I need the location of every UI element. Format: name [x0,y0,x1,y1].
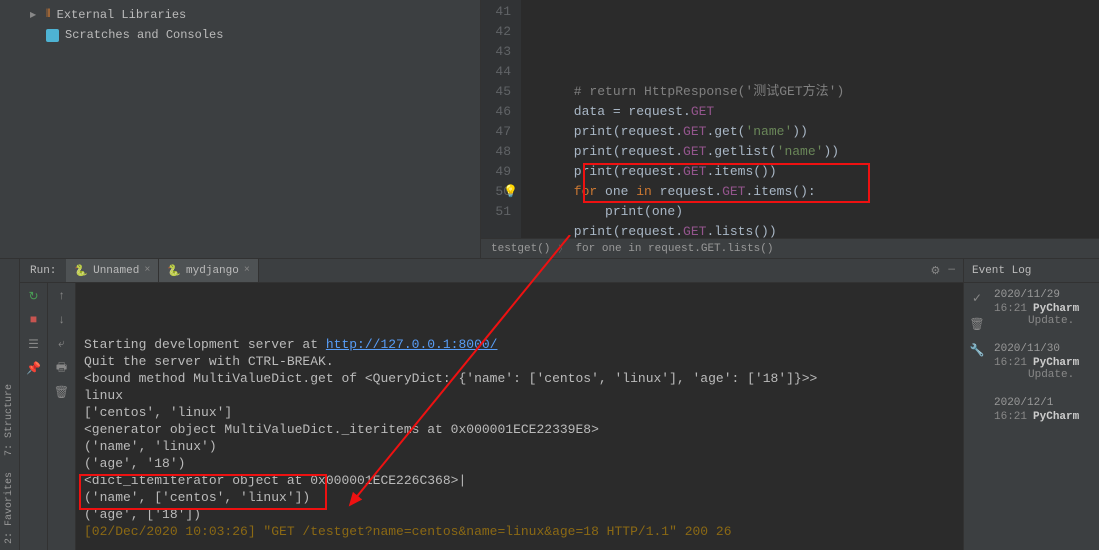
tree-item-label: External Libraries [57,8,187,22]
side-tab-label: 2: Favorites [4,472,15,544]
run-tab-mydjango[interactable]: 🐍 mydjango × [159,259,259,282]
stop-button[interactable]: ■ [25,311,43,329]
clear-button[interactable]: 🗑 [53,383,71,401]
event-title: PyCharm [1033,303,1079,315]
event-log-list: 2020/11/2916:21PyCharmUpdate.2020/11/301… [990,283,1099,550]
tree-item-scratches[interactable]: Scratches and Consoles [10,25,470,45]
event-time: 16:21 [994,357,1027,369]
run-toolbar-primary: ↻ ■ ☰ 📌 [20,283,48,550]
run-tab-unnamed[interactable]: 🐍 Unnamed × [66,259,159,282]
tree-item-label: Scratches and Consoles [65,28,223,42]
minimize-icon[interactable]: — [948,264,955,278]
scratches-icon [46,29,59,42]
console-output[interactable]: Starting development server at http://12… [76,283,963,550]
event-date: 2020/11/29 [994,289,1095,301]
library-icon: ⫴ [46,9,51,21]
project-tree-panel: ▶ ⫴ External Libraries Scratches and Con… [0,0,481,258]
gear-icon[interactable]: ⚙ [931,264,941,278]
pin-button[interactable]: 📌 [25,359,43,377]
chevron-right-icon: 〉 [558,242,567,255]
event-log-toolbar: ✓ 🗑 🔧 [964,283,990,550]
layout-button[interactable]: ☰ [25,335,43,353]
intention-bulb-icon[interactable]: 💡 [503,182,518,202]
run-tab-label: mydjango [186,265,239,277]
event-sub: Update. [994,369,1095,381]
chevron-right-icon: ▶ [30,10,40,20]
editor-gutter: 4142434445464748495051 [481,0,521,238]
code-scroll: 4142434445464748495051 💡 # return HttpRe… [481,0,1099,238]
python-icon: 🐍 [74,264,88,278]
event-time: 16:21 [994,303,1027,315]
top-area: ▶ ⫴ External Libraries Scratches and Con… [0,0,1099,258]
run-body: ↻ ■ ☰ 📌 ↑ ↓ ⤶ 🖶 🗑 Starting development s… [20,283,963,550]
print-button[interactable]: 🖶 [53,359,71,377]
event-log-item[interactable]: 2020/12/1 16:21 PyCharm [990,391,1099,433]
close-icon[interactable]: × [244,265,250,276]
code-editor[interactable]: 💡 # return HttpResponse('测试GET方法') data … [521,0,1099,238]
event-time: 16:21 [994,411,1027,423]
run-tab-label: Unnamed [93,265,139,277]
event-log-header: Event Log [964,259,1099,283]
wrap-button[interactable]: ⤶ [53,335,71,353]
close-icon[interactable]: × [144,265,150,276]
down-button[interactable]: ↓ [53,311,71,329]
event-log-title: Event Log [972,265,1031,277]
bottom-area: 7: Structure 2: Favorites Run: 🐍 Unnamed… [0,258,1099,550]
side-tab-favorites[interactable]: 2: Favorites [0,466,19,550]
side-tab-structure[interactable]: 7: Structure [0,378,19,462]
breadcrumb-item[interactable]: testget() [491,243,550,255]
event-title: PyCharm [1033,411,1079,423]
editor-area: 4142434445464748495051 💡 # return HttpRe… [481,0,1099,258]
settings-icon[interactable]: 🔧 [968,341,986,359]
python-icon: 🐍 [167,264,181,278]
event-log-item[interactable]: 2020/11/29 16:21 PyCharmUpdate. [990,283,1099,337]
left-tool-tabs: 7: Structure 2: Favorites [0,259,20,550]
up-button[interactable]: ↑ [53,287,71,305]
run-toolbar-secondary: ↑ ↓ ⤶ 🖶 🗑 [48,283,76,550]
event-title: PyCharm [1033,357,1079,369]
tree-item-external-libraries[interactable]: ▶ ⫴ External Libraries [10,5,470,25]
side-tab-label: 7: Structure [4,384,15,456]
run-label: Run: [20,265,66,277]
mark-read-icon[interactable]: ✓ [968,289,986,307]
rerun-button[interactable]: ↻ [25,287,43,305]
trash-icon[interactable]: 🗑 [968,315,986,333]
server-url-link[interactable]: http://127.0.0.1:8000/ [326,337,498,352]
event-date: 2020/11/30 [994,343,1095,355]
run-tool-window: Run: 🐍 Unnamed × 🐍 mydjango × ⚙ — ↻ ■ ☰ … [20,259,963,550]
event-sub: Update. [994,315,1095,327]
breadcrumb-item[interactable]: for one in request.GET.lists() [575,243,773,255]
breadcrumb-bar: testget() 〉 for one in request.GET.lists… [481,238,1099,258]
event-log-panel: Event Log ✓ 🗑 🔧 2020/11/2916:21PyCharmUp… [963,259,1099,550]
event-log-item[interactable]: 2020/11/30 16:21 PyCharmUpdate. [990,337,1099,391]
run-tabs-bar: Run: 🐍 Unnamed × 🐍 mydjango × ⚙ — [20,259,963,283]
event-date: 2020/12/1 [994,397,1095,409]
